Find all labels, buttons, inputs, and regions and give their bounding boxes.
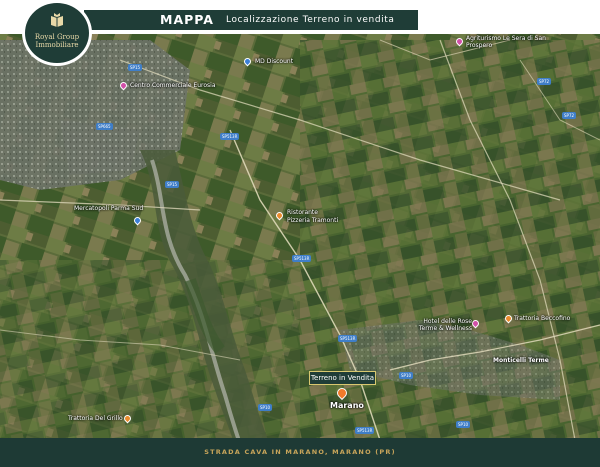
road-shield: SP10 bbox=[258, 404, 273, 411]
place-label: Hotel delle Rose Terme & Wellness bbox=[418, 318, 472, 332]
road-shield: SP513R bbox=[338, 335, 358, 342]
town-label: Monticelli Terme bbox=[493, 357, 549, 364]
locality-label: Marano bbox=[330, 401, 364, 410]
page-subtitle: Localizzazione Terreno in vendita bbox=[226, 15, 395, 25]
road-shield: SP513R bbox=[220, 133, 240, 140]
satellite-map[interactable] bbox=[0, 0, 600, 467]
book-crest-icon bbox=[51, 13, 63, 27]
road-shield: SP513R bbox=[292, 255, 312, 262]
property-callout[interactable]: Terreno in Vendita bbox=[309, 371, 376, 385]
place-label: Agriturismo Le Sera di San Prospero bbox=[466, 35, 546, 49]
road-shield: SP10 bbox=[456, 421, 471, 428]
place-label: Ristorante Pizzeria Tramonti bbox=[287, 209, 339, 224]
company-logo: Royal Group Immobiliare bbox=[22, 0, 92, 66]
road-shield: SP72 bbox=[562, 112, 577, 119]
callout-label: Terreno in Vendita bbox=[310, 374, 375, 382]
map-page: MAPPA Localizzazione Terreno in vendita … bbox=[0, 0, 600, 467]
road-shield: SP513R bbox=[355, 427, 375, 434]
place-label: Centro Commerciale Eurosia bbox=[130, 82, 216, 89]
road-shield: SP72 bbox=[537, 78, 552, 85]
address-text: STRADA CAVA IN MARANO, MARANO (PR) bbox=[204, 448, 396, 456]
road-shield: SP10 bbox=[399, 372, 414, 379]
place-label: Mercatopoli Parma Sud bbox=[74, 205, 144, 212]
place-label: MD Discount bbox=[255, 58, 294, 65]
logo-text-line2: Immobiliare bbox=[35, 41, 79, 49]
logo-text-line1: Royal Group bbox=[34, 33, 80, 41]
place-label: Trattoria Del Grillo bbox=[68, 415, 123, 422]
place-label: Trattoria Beccofino bbox=[514, 315, 571, 322]
road-shield: SP15 bbox=[165, 181, 180, 188]
road-shield: SP15 bbox=[128, 64, 143, 71]
page-title: MAPPA bbox=[160, 12, 214, 27]
road-shield: SP665 bbox=[96, 123, 113, 130]
footer-bar: STRADA CAVA IN MARANO, MARANO (PR) bbox=[0, 438, 600, 467]
